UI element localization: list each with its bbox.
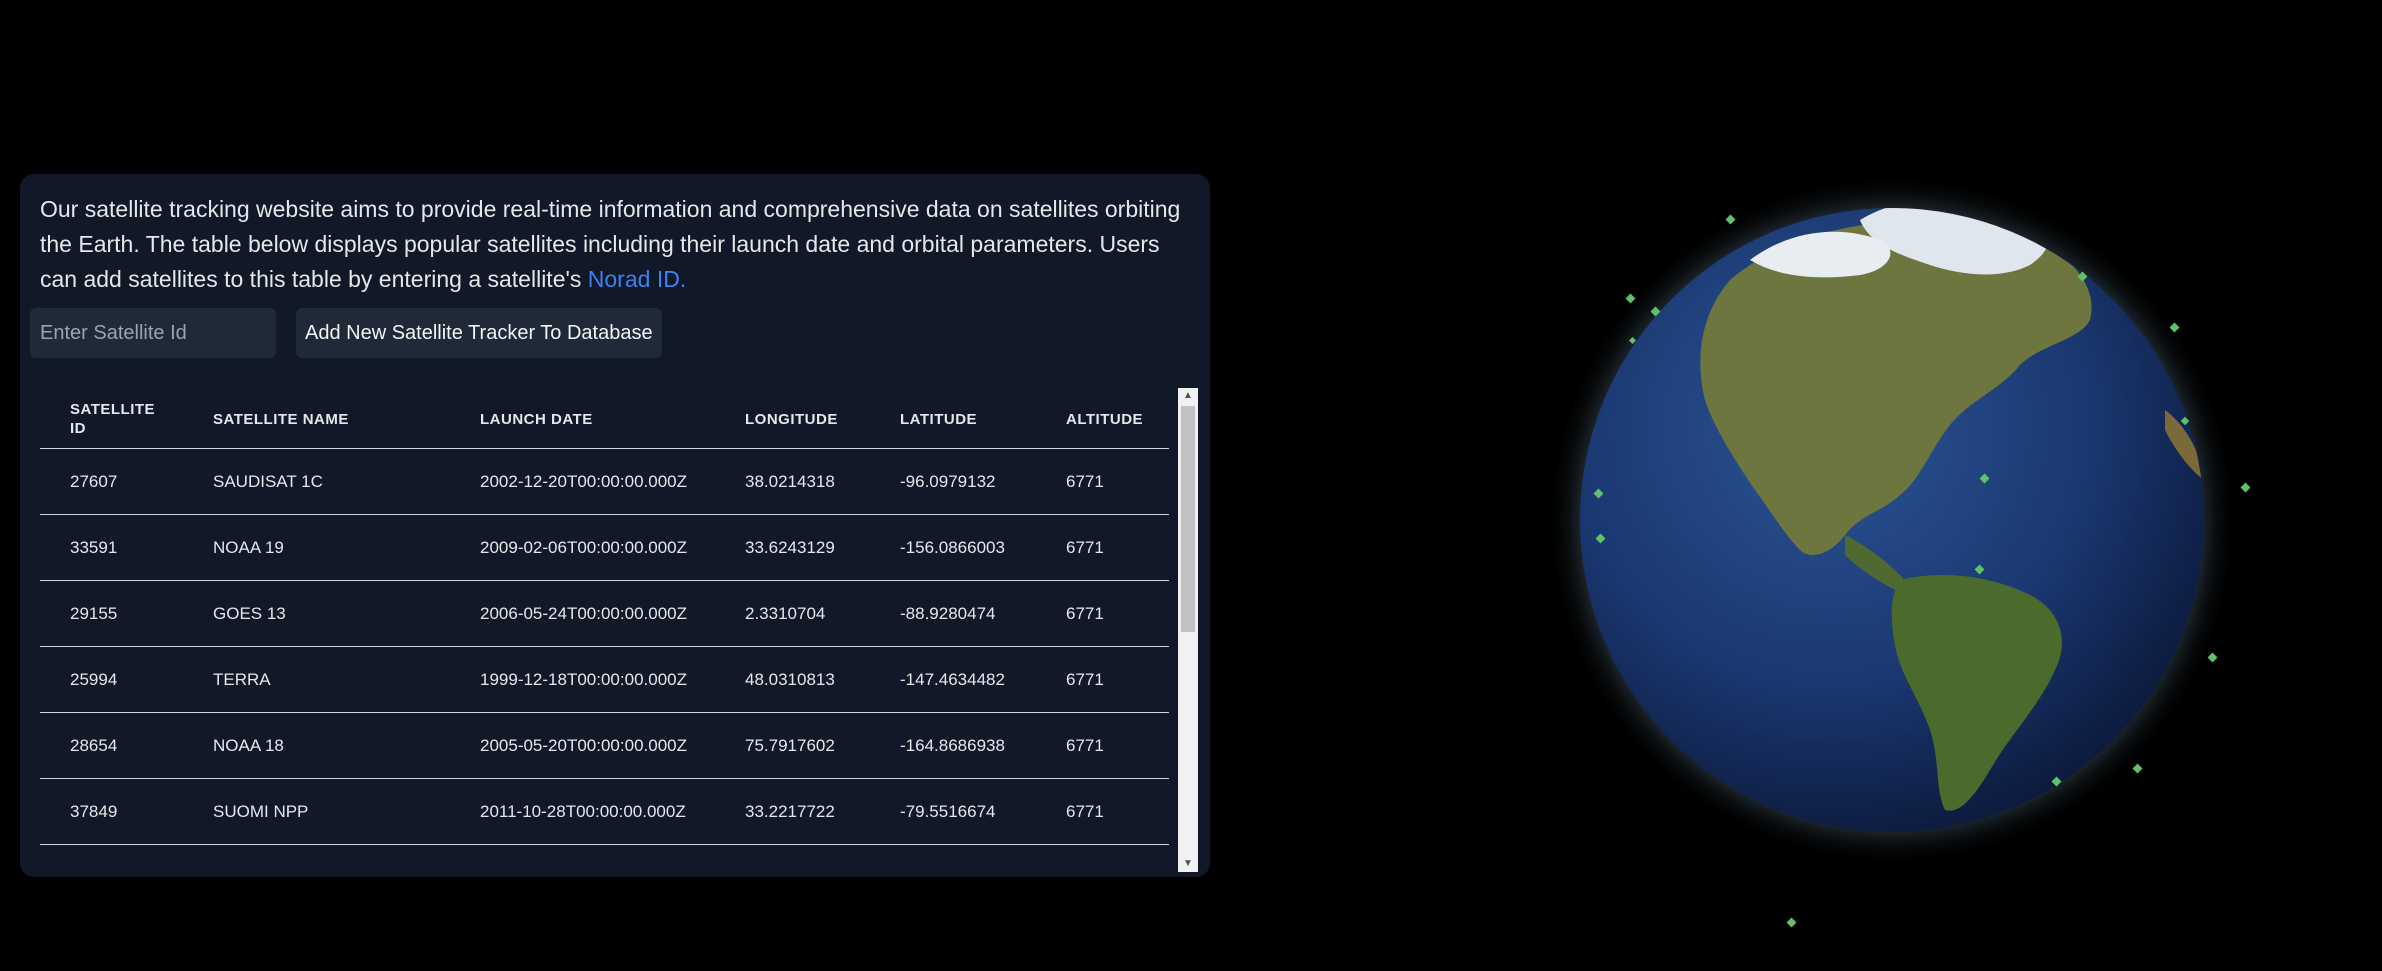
cell-satellite-name: TERRA bbox=[213, 646, 480, 713]
scroll-down-arrow-icon[interactable]: ▼ bbox=[1178, 856, 1198, 872]
cell-latitude: -88.9280474 bbox=[900, 580, 1066, 647]
satellite-id-input[interactable] bbox=[30, 308, 276, 358]
scrollbar-thumb[interactable] bbox=[1181, 406, 1195, 632]
cell-launch-date: 2009-02-06T00:00:00.000Z bbox=[480, 514, 745, 581]
header-launch-date[interactable]: LAUNCH DATE bbox=[480, 390, 745, 449]
table-row[interactable]: 37849 SUOMI NPP 2011-10-28T00:00:00.000Z… bbox=[40, 778, 1169, 845]
globe-viewer[interactable] bbox=[1500, 150, 2300, 950]
satellite-marker-icon[interactable] bbox=[2240, 482, 2251, 493]
cell-satellite-name: NOAA 19 bbox=[213, 514, 480, 581]
cell-longitude: 75.7917602 bbox=[745, 712, 900, 779]
table-row[interactable]: 29155 GOES 13 2006-05-24T00:00:00.000Z 2… bbox=[40, 580, 1169, 647]
table-row[interactable]: 28654 NOAA 18 2005-05-20T00:00:00.000Z 7… bbox=[40, 712, 1169, 779]
cell-satellite-id: 33591 bbox=[40, 514, 213, 581]
cell-satellite-id: 25994 bbox=[40, 646, 213, 713]
cell-satellite-id: 37849 bbox=[40, 778, 213, 845]
table-row[interactable]: 27607 SAUDISAT 1C 2002-12-20T00:00:00.00… bbox=[40, 448, 1169, 515]
cell-altitude: 6771 bbox=[1066, 448, 1169, 515]
header-altitude[interactable]: ALTITUDE bbox=[1066, 390, 1169, 449]
satellite-table-container[interactable]: SATELLITE ID SATELLITE NAME LAUNCH DATE … bbox=[40, 390, 1190, 872]
satellite-marker-icon[interactable] bbox=[1786, 917, 1797, 928]
cell-longitude: 38.0214318 bbox=[745, 448, 900, 515]
cell-altitude: 6771 bbox=[1066, 514, 1169, 581]
cell-latitude: -96.0979132 bbox=[900, 448, 1066, 515]
satellite-table: SATELLITE ID SATELLITE NAME LAUNCH DATE … bbox=[40, 390, 1169, 845]
cell-satellite-name: NOAA 18 bbox=[213, 712, 480, 779]
cell-launch-date: 2006-05-24T00:00:00.000Z bbox=[480, 580, 745, 647]
cell-launch-date: 1999-12-18T00:00:00.000Z bbox=[480, 646, 745, 713]
cell-satellite-id: 29155 bbox=[40, 580, 213, 647]
cell-longitude: 33.2217722 bbox=[745, 778, 900, 845]
cell-altitude: 6771 bbox=[1066, 778, 1169, 845]
cell-longitude: 2.3310704 bbox=[745, 580, 900, 647]
cell-satellite-id: 28654 bbox=[40, 712, 213, 779]
table-row[interactable]: 33591 NOAA 19 2009-02-06T00:00:00.000Z 3… bbox=[40, 514, 1169, 581]
earth-globe[interactable] bbox=[1500, 150, 2300, 950]
cell-altitude: 6771 bbox=[1066, 712, 1169, 779]
table-row[interactable]: 25994 TERRA 1999-12-18T00:00:00.000Z 48.… bbox=[40, 646, 1169, 713]
cell-altitude: 6771 bbox=[1066, 646, 1169, 713]
cell-longitude: 33.6243129 bbox=[745, 514, 900, 581]
cell-satellite-name: SAUDISAT 1C bbox=[213, 448, 480, 515]
cell-latitude: -79.5516674 bbox=[900, 778, 1066, 845]
header-longitude[interactable]: LONGITUDE bbox=[745, 390, 900, 449]
add-satellite-button[interactable]: Add New Satellite Tracker To Database bbox=[296, 308, 662, 358]
info-panel: Our satellite tracking website aims to p… bbox=[20, 174, 1210, 877]
header-satellite-id[interactable]: SATELLITE ID bbox=[40, 390, 213, 449]
table-header-row: SATELLITE ID SATELLITE NAME LAUNCH DATE … bbox=[40, 390, 1169, 449]
cell-launch-date: 2005-05-20T00:00:00.000Z bbox=[480, 712, 745, 779]
table-scrollbar[interactable]: ▲ ▼ bbox=[1178, 388, 1198, 872]
norad-id-link[interactable]: Norad ID. bbox=[588, 266, 686, 292]
header-satellite-name[interactable]: SATELLITE NAME bbox=[213, 390, 480, 449]
cell-latitude: -147.4634482 bbox=[900, 646, 1066, 713]
cell-altitude: 6771 bbox=[1066, 580, 1169, 647]
cell-satellite-id: 27607 bbox=[40, 448, 213, 515]
cell-latitude: -164.8686938 bbox=[900, 712, 1066, 779]
cell-satellite-name: SUOMI NPP bbox=[213, 778, 480, 845]
cell-launch-date: 2002-12-20T00:00:00.000Z bbox=[480, 448, 745, 515]
scroll-up-arrow-icon[interactable]: ▲ bbox=[1178, 388, 1198, 404]
cell-longitude: 48.0310813 bbox=[745, 646, 900, 713]
cell-launch-date: 2011-10-28T00:00:00.000Z bbox=[480, 778, 745, 845]
header-latitude[interactable]: LATITUDE bbox=[900, 390, 1066, 449]
intro-paragraph: Our satellite tracking website aims to p… bbox=[40, 192, 1200, 297]
cell-satellite-name: GOES 13 bbox=[213, 580, 480, 647]
cell-latitude: -156.0866003 bbox=[900, 514, 1066, 581]
